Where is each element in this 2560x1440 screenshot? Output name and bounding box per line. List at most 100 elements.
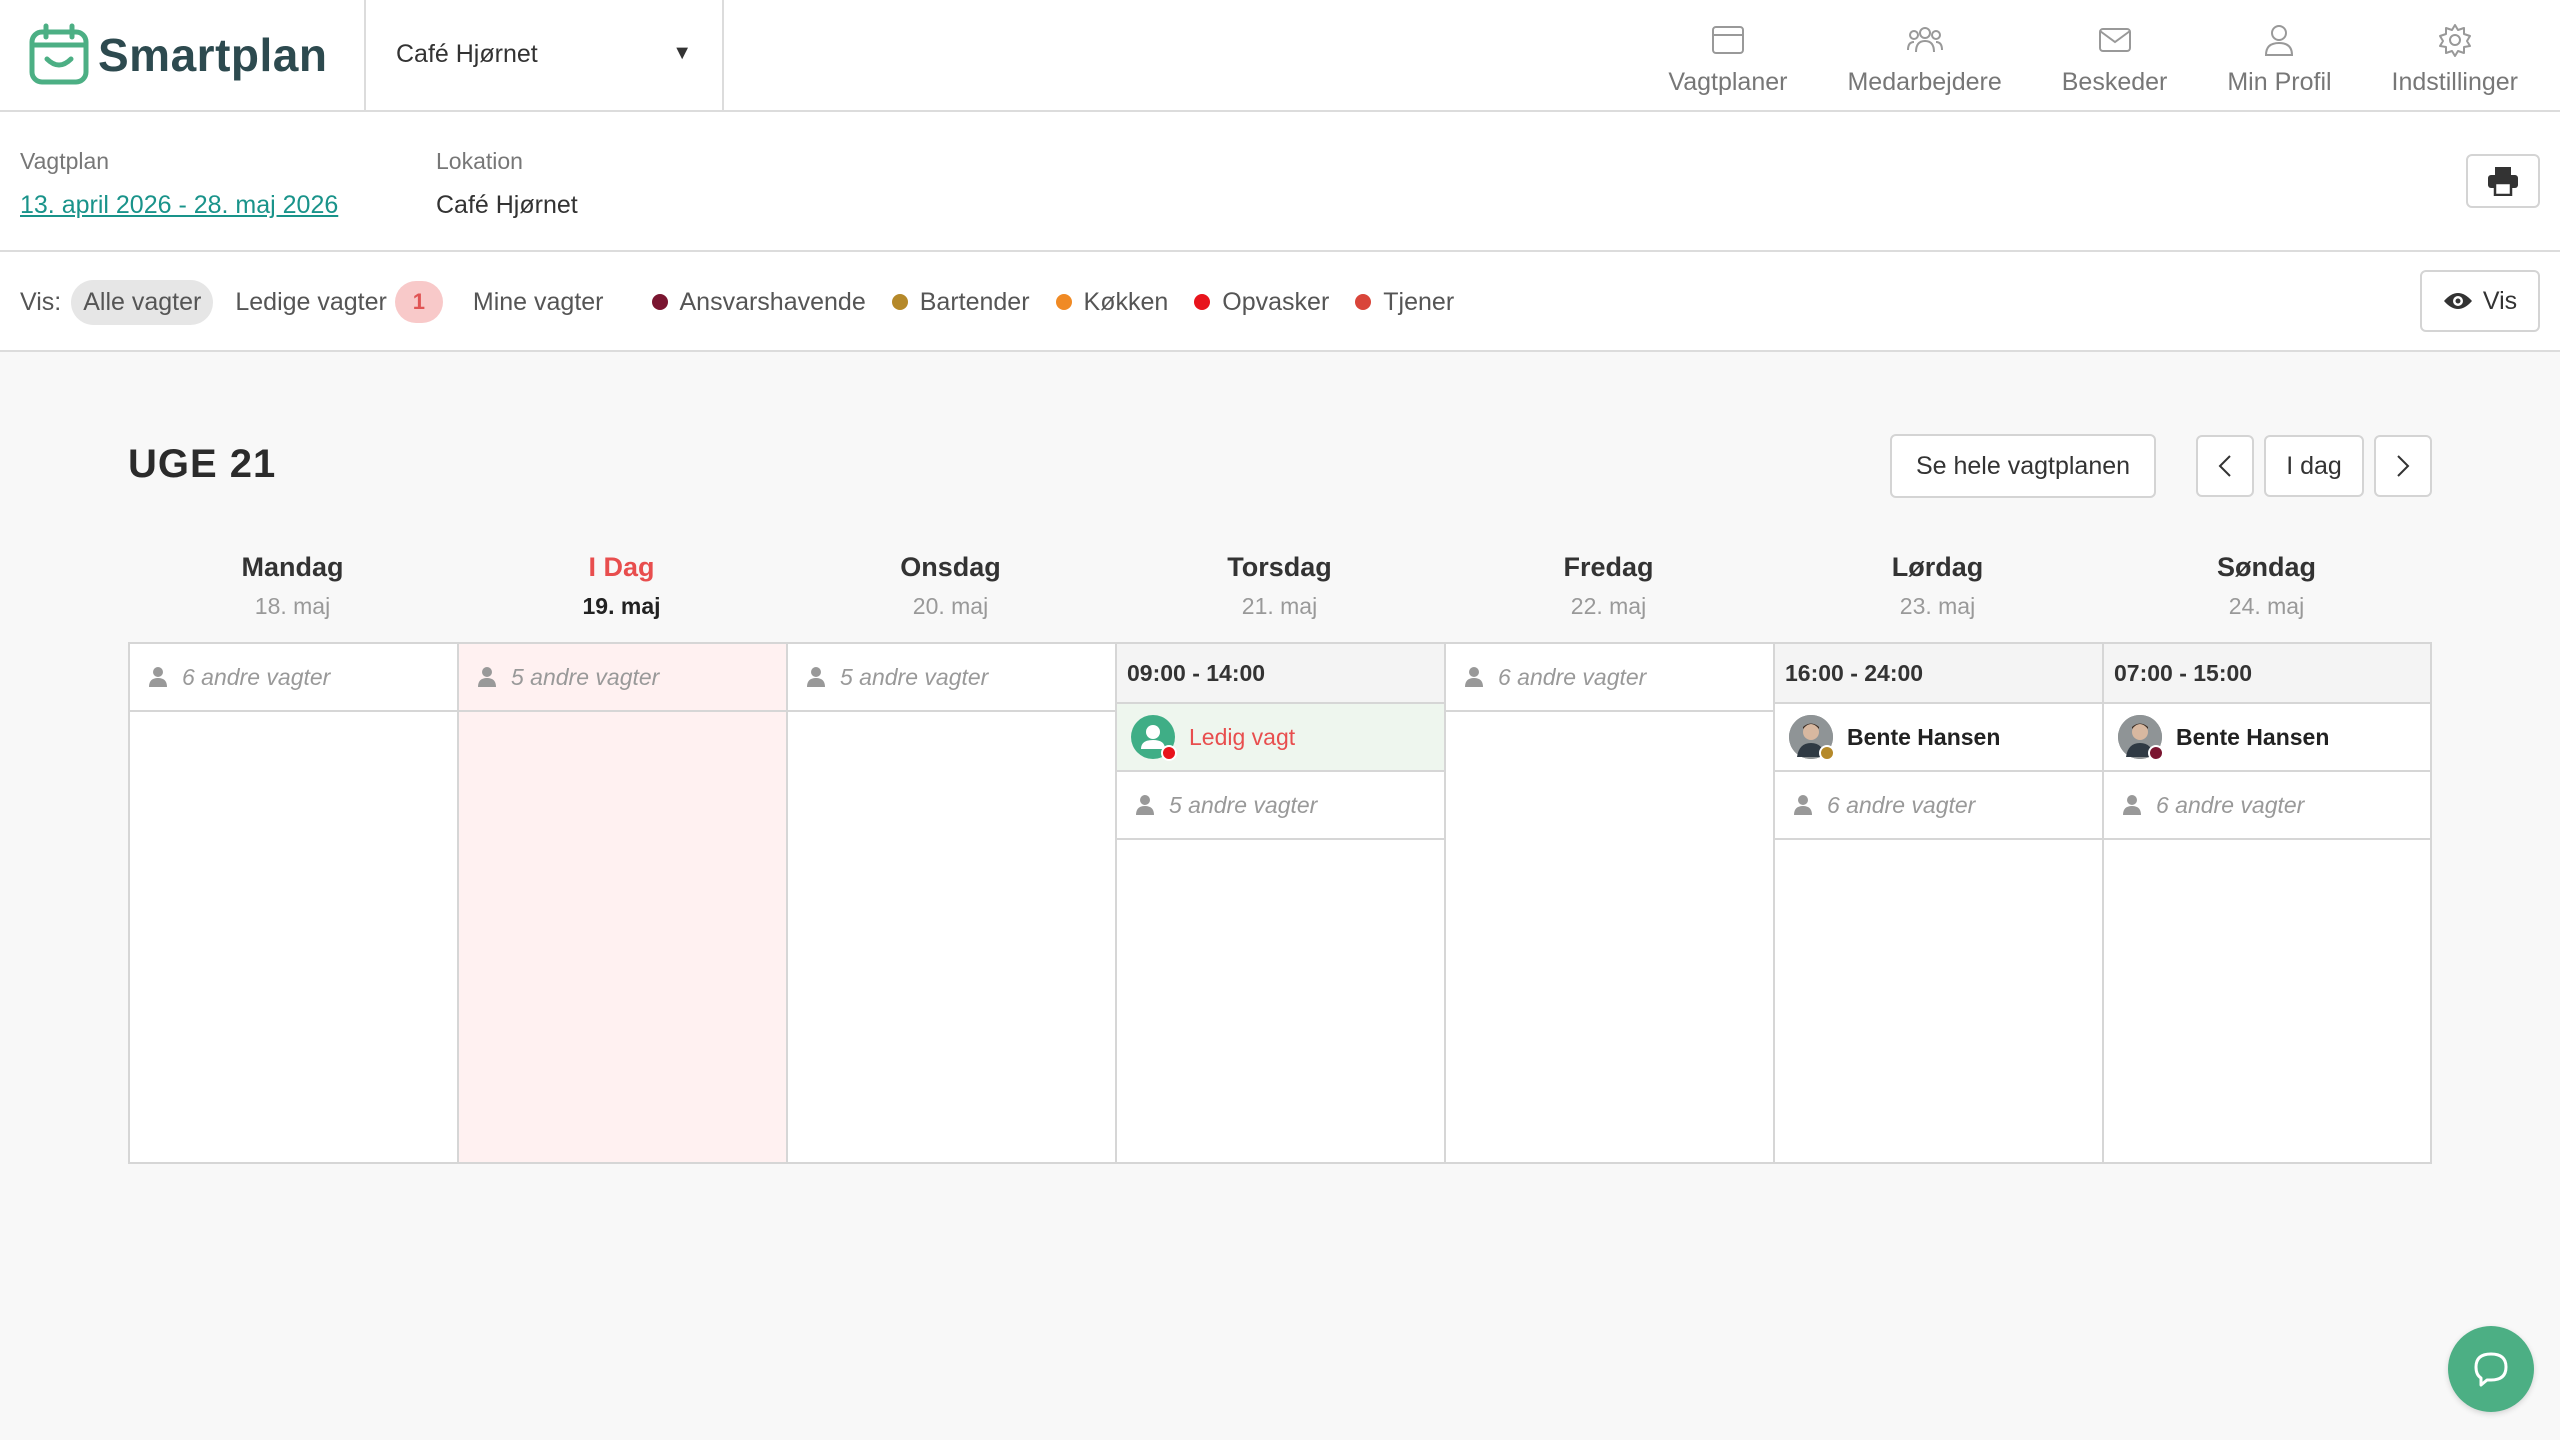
main-nav: Vagtplaner Medarbejdere Beskeder Min Pro… — [1638, 0, 2548, 110]
nav-min-profil[interactable]: Min Profil — [2197, 0, 2361, 110]
day-name: Fredag — [1563, 552, 1654, 582]
day-name: Mandag — [241, 552, 344, 582]
week-title: UGE 21 — [128, 442, 277, 486]
day-column-friday[interactable]: 6 andre vagter — [1446, 644, 1775, 1162]
see-full-schedule-button[interactable]: Se hele vagtplanen — [1890, 434, 2156, 498]
legend-label: Opvasker — [1222, 287, 1330, 316]
day-date: 18. maj — [254, 593, 331, 619]
schedule-label: Vagtplan — [20, 148, 110, 174]
day-name: I Dag — [588, 552, 655, 582]
role-color-dot — [1055, 294, 1072, 310]
person-icon — [807, 667, 825, 687]
legend-label: Køkken — [1083, 287, 1169, 316]
employee-name: Bente Hansen — [2176, 723, 2330, 750]
filter-ledige-vagter[interactable]: Ledige vagter — [223, 280, 387, 325]
legend-label: Bartender — [919, 287, 1030, 316]
day-column-wednesday[interactable]: 5 andre vagter — [788, 644, 1117, 1162]
chevron-left-icon — [2218, 455, 2231, 477]
legend-kokken: Køkken — [1055, 287, 1169, 317]
vis-button[interactable]: Vis — [2420, 270, 2540, 332]
day-column-today[interactable]: 5 andre vagter — [459, 644, 788, 1162]
person-icon — [149, 667, 167, 687]
nav-label: Medarbejdere — [1847, 67, 2002, 96]
other-shifts-row[interactable]: 5 andre vagter — [1117, 772, 1444, 840]
location-select[interactable]: Café Hjørnet ▼ — [364, 0, 724, 110]
avatar — [1131, 715, 1177, 761]
day-date: 21. maj — [1241, 593, 1318, 619]
gear-icon — [2438, 23, 2471, 57]
open-shift[interactable]: Ledig vagt — [1117, 704, 1444, 772]
employee-name: Bente Hansen — [1847, 723, 2001, 750]
other-shifts-row[interactable]: 6 andre vagter — [1775, 772, 2102, 840]
day-column-saturday[interactable]: 16:00 - 24:00 Bente Hansen 6 andre vagte… — [1775, 644, 2104, 1162]
other-shifts-label: 6 andre vagter — [1827, 791, 1976, 818]
next-week-button[interactable] — [2374, 435, 2432, 497]
nav-medarbejdere[interactable]: Medarbejdere — [1817, 0, 2031, 110]
person-icon — [1465, 667, 1483, 687]
role-status-dot — [1161, 745, 1177, 761]
other-shifts-row[interactable]: 5 andre vagter — [459, 644, 786, 712]
open-shift-label: Ledig vagt — [1189, 723, 1296, 750]
legend-label: Tjener — [1383, 287, 1455, 316]
role-color-dot — [651, 294, 668, 310]
printer-icon — [2488, 167, 2518, 196]
other-shifts-row[interactable]: 6 andre vagter — [2104, 772, 2430, 840]
logo[interactable]: Smartplan — [28, 22, 327, 88]
filter-mine-vagter[interactable]: Mine vagter — [461, 280, 616, 325]
legend-ansvarshavende: Ansvarshavende — [651, 287, 866, 317]
day-name: Lørdag — [1891, 552, 1984, 582]
role-status-dot — [1819, 745, 1835, 761]
day-date: 22. maj — [1570, 593, 1647, 619]
shift-time: 16:00 - 24:00 — [1775, 644, 2102, 704]
shift-employee[interactable]: Bente Hansen — [2104, 704, 2430, 772]
day-name: Onsdag — [900, 552, 1001, 582]
top-bar: Smartplan Café Hjørnet ▼ Vagtplaner Meda… — [0, 0, 2560, 112]
shift-time: 09:00 - 14:00 — [1117, 644, 1444, 704]
legend-label: Ansvarshavende — [679, 287, 866, 316]
day-column-thursday[interactable]: 09:00 - 14:00 Ledig vagt 5 andre vagter — [1117, 644, 1446, 1162]
nav-beskeder[interactable]: Beskeder — [2032, 0, 2198, 110]
nav-label: Min Profil — [2227, 67, 2332, 96]
other-shifts-label: 5 andre vagter — [1169, 791, 1318, 818]
role-color-dot — [1194, 294, 1211, 310]
avatar — [1789, 715, 1835, 761]
day-header-today: I Dag 19. maj — [457, 552, 786, 620]
nav-vagtplaner[interactable]: Vagtplaner — [1638, 0, 1817, 110]
prev-week-button[interactable] — [2196, 435, 2254, 497]
location-label: Lokation — [436, 148, 523, 174]
day-name: Torsdag — [1227, 552, 1332, 582]
nav-label: Vagtplaner — [1668, 67, 1788, 96]
filter-bar: Vis: Alle vagter Ledige vagter 1 Mine va… — [0, 252, 2560, 352]
eye-icon — [2443, 293, 2472, 309]
other-shifts-row[interactable]: 6 andre vagter — [1446, 644, 1773, 712]
day-header-sunday: Søndag 24. maj — [2102, 552, 2431, 620]
person-icon — [478, 667, 496, 687]
user-icon — [2265, 24, 2294, 56]
day-date: 23. maj — [1899, 593, 1976, 619]
chat-support-button[interactable] — [2448, 1326, 2534, 1412]
other-shifts-row[interactable]: 6 andre vagter — [130, 644, 457, 712]
today-button[interactable]: I dag — [2264, 435, 2364, 497]
shift-time: 07:00 - 15:00 — [2104, 644, 2430, 704]
day-header-thursday: Torsdag 21. maj — [1115, 552, 1444, 620]
shift-employee[interactable]: Bente Hansen — [1775, 704, 2102, 772]
print-button[interactable] — [2466, 154, 2540, 208]
nav-indstillinger[interactable]: Indstillinger — [2362, 0, 2548, 110]
other-shifts-row[interactable]: 5 andre vagter — [788, 644, 1115, 712]
schedule-period-link[interactable]: 13. april 2026 - 28. maj 2026 — [20, 191, 338, 220]
day-name: Søndag — [2217, 552, 2316, 582]
person-icon — [1794, 795, 1812, 815]
day-column-sunday[interactable]: 07:00 - 15:00 Bente Hansen 6 andre vagte… — [2104, 644, 2430, 1162]
day-date: 24. maj — [2228, 593, 2305, 619]
other-shifts-label: 5 andre vagter — [840, 663, 989, 690]
day-header-monday: Mandag 18. maj — [128, 552, 457, 620]
free-shifts-count-badge: 1 — [394, 281, 443, 323]
role-color-dot — [1355, 294, 1372, 310]
avatar — [2118, 715, 2164, 761]
legend-tjener: Tjener — [1355, 288, 1454, 317]
day-column-monday[interactable]: 6 andre vagter — [130, 644, 459, 1162]
filter-alle-vagter[interactable]: Alle vagter — [71, 279, 214, 325]
today-button-label: I dag — [2286, 451, 2342, 480]
day-header-friday: Fredag 22. maj — [1444, 552, 1773, 620]
caret-down-icon: ▼ — [672, 42, 692, 64]
